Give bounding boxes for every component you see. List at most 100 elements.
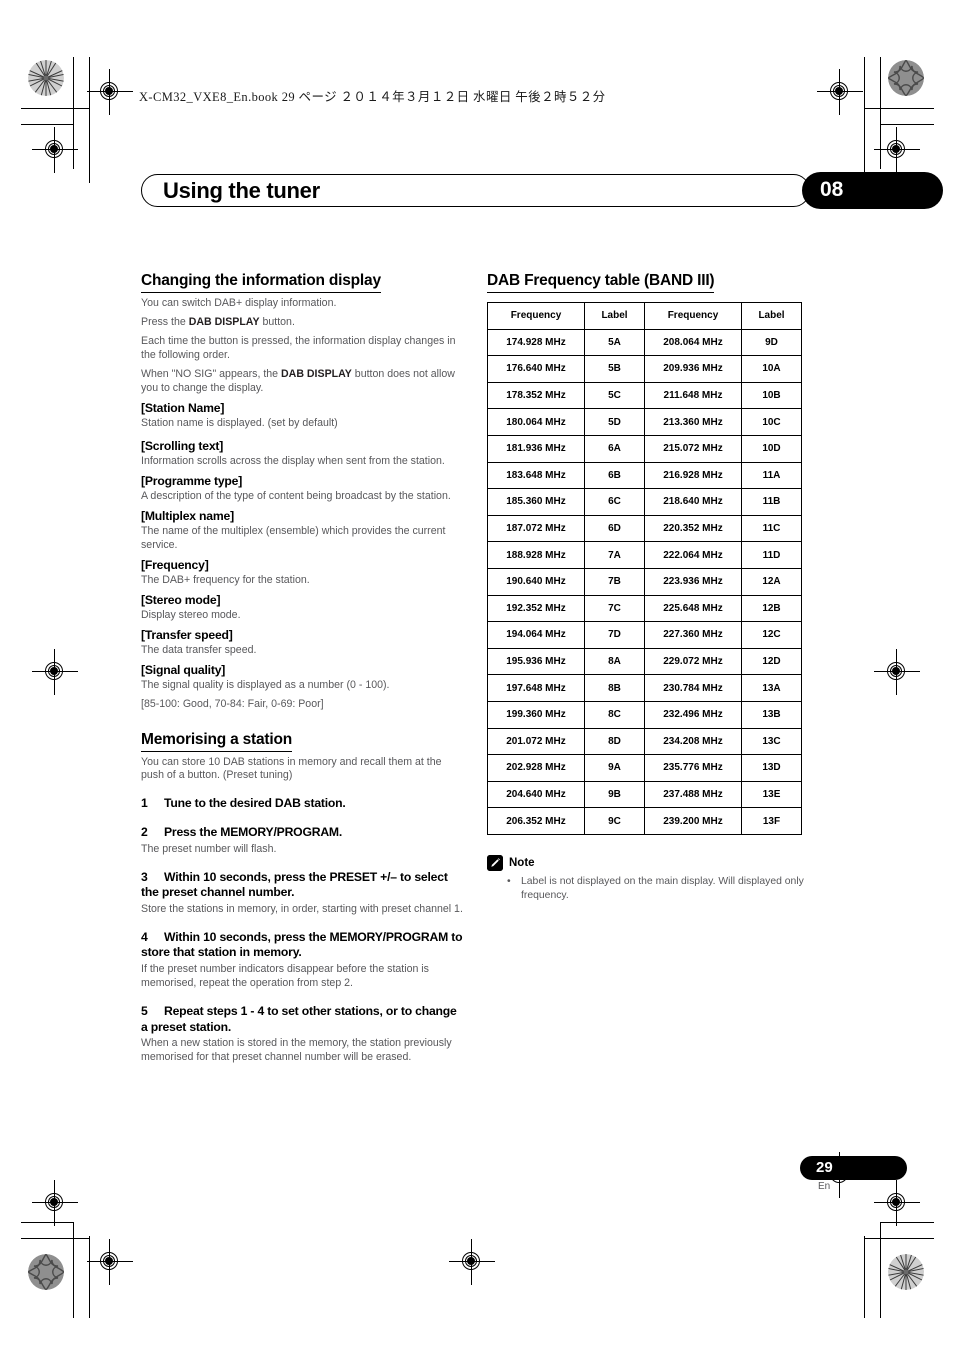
- dab-frequency-table-body: 174.928 MHz 5A 208.064 MHz 9D 176.640 MHz 5B 2…: [487, 328, 802, 835]
- cell-frequency-2: 237.488 MHz: [644, 780, 742, 809]
- cell-label-2: 11B: [741, 488, 802, 516]
- intro-line-1: You can switch DAB+ display information.: [141, 297, 337, 309]
- cell-label-2: 13B: [741, 700, 802, 729]
- cell-label-2: 13D: [741, 754, 802, 782]
- registration-target: [32, 127, 78, 173]
- cell-frequency-1: 174.928 MHz: [487, 328, 585, 357]
- registration-rosette: [28, 60, 64, 96]
- table-row: 174.928 MHz 5A 208.064 MHz 9D: [487, 328, 802, 357]
- column-header-label-2: Label: [741, 302, 802, 330]
- step-number: 1: [141, 796, 148, 811]
- crop-mark: [880, 1222, 881, 1318]
- crop-mark: [865, 108, 934, 109]
- cell-frequency-2: 222.064 MHz: [644, 541, 742, 569]
- step-title: Tune to the desired DAB station.: [164, 796, 346, 811]
- memorising-intro: You can store 10 DAB stations in memory …: [141, 755, 442, 782]
- page-title: Using the tuner: [163, 178, 320, 203]
- cell-label-2: 10A: [741, 355, 802, 383]
- cell-frequency-1: 181.936 MHz: [487, 434, 585, 463]
- cell-frequency-1: 187.072 MHz: [487, 514, 585, 543]
- cell-label-2: 9D: [741, 328, 802, 357]
- cell-frequency-2: 229.072 MHz: [644, 647, 742, 676]
- info-item-heading-multiplex-name: [Multiplex name]: [141, 508, 234, 523]
- cell-frequency-1: 188.928 MHz: [487, 541, 585, 569]
- step-title: Repeat steps 1 - 4 to set other stations…: [141, 1003, 457, 1034]
- info-item-heading-scrolling-text: [Scrolling text]: [141, 438, 224, 453]
- cell-label-2: 10D: [741, 434, 802, 463]
- registration-target: [449, 1239, 495, 1285]
- cell-label-1: 5C: [584, 381, 645, 410]
- info-item-heading-programme-type: [Programme type]: [141, 473, 243, 488]
- step-number: 3: [141, 869, 148, 884]
- crop-mark: [89, 1236, 90, 1318]
- cell-label-1: 5D: [584, 408, 645, 436]
- page-number-badge: 29: [800, 1156, 907, 1180]
- cell-label-2: 11C: [741, 514, 802, 543]
- dab-display-button-name: DAB DISPLAY: [281, 367, 352, 380]
- cell-frequency-2: 213.360 MHz: [644, 408, 742, 436]
- cell-frequency-1: 206.352 MHz: [487, 807, 585, 835]
- intro-line-3: Each time the button is pressed, the inf…: [141, 334, 456, 361]
- cell-label-1: 9C: [584, 807, 645, 835]
- cell-label-2: 13A: [741, 674, 802, 702]
- section-title-memorising-a-station: Memorising a station: [141, 731, 292, 752]
- crop-mark: [881, 1222, 934, 1223]
- cell-frequency-2: 235.776 MHz: [644, 754, 742, 782]
- cell-label-2: 12C: [741, 621, 802, 649]
- cell-frequency-2: 239.200 MHz: [644, 807, 742, 835]
- step-number: 5: [141, 1003, 148, 1018]
- step-3: 3 Within 10 seconds, press the PRESET +/–…: [141, 870, 463, 917]
- info-item-heading-stereo-mode: [Stereo mode]: [141, 592, 221, 607]
- info-item-text-scrolling-text: Information scrolls across the display w…: [141, 454, 445, 467]
- table-row: 192.352 MHz 7C 225.648 MHz 12B: [487, 594, 802, 623]
- step-2: 2 Press the MEMORY/PROGRAM. The preset nu…: [141, 825, 463, 857]
- crop-mark: [21, 124, 73, 125]
- info-item-text-multiplex-name: The name of the multiplex (ensemble) whi…: [141, 524, 446, 551]
- crop-mark: [21, 1238, 90, 1239]
- cell-frequency-2: 230.784 MHz: [644, 674, 742, 702]
- column-header-label-1: Label: [584, 302, 645, 330]
- cell-frequency-2: 225.648 MHz: [644, 594, 742, 623]
- table-row: 195.936 MHz 8A 229.072 MHz 12D: [487, 647, 802, 676]
- cell-label-1: 9B: [584, 780, 645, 809]
- table-row: 180.064 MHz 5D 213.360 MHz 10C: [487, 408, 802, 436]
- cell-label-1: 8D: [584, 727, 645, 756]
- cell-frequency-1: 204.640 MHz: [487, 780, 585, 809]
- crop-mark: [73, 1222, 74, 1318]
- column-header-frequency-1: Frequency: [487, 302, 585, 330]
- crop-mark: [881, 124, 934, 125]
- cell-frequency-1: 194.064 MHz: [487, 621, 585, 649]
- cell-label-1: 6B: [584, 461, 645, 490]
- registration-rosette: [28, 1254, 64, 1290]
- step-title: Within 10 seconds, press the MEMORY/PROG…: [141, 929, 463, 960]
- table-row: 199.360 MHz 8C 232.496 MHz 13B: [487, 700, 802, 729]
- info-item-heading-station-name: [Station Name]: [141, 400, 225, 415]
- cell-label-1: 6A: [584, 434, 645, 463]
- info-item-text-programme-type: A description of the type of content bei…: [141, 489, 451, 502]
- cell-frequency-2: 234.208 MHz: [644, 727, 742, 756]
- cell-frequency-2: 208.064 MHz: [644, 328, 742, 357]
- registration-target: [874, 127, 920, 173]
- column-header-frequency-2: Frequency: [644, 302, 742, 330]
- cell-frequency-1: 192.352 MHz: [487, 594, 585, 623]
- table-row: 183.648 MHz 6B 216.928 MHz 11A: [487, 461, 802, 490]
- info-item-text-signal-quality: The signal quality is displayed as a num…: [141, 678, 390, 691]
- section-title-changing-info-display: Changing the information display: [141, 272, 381, 293]
- registration-rosette: [888, 60, 924, 96]
- crop-mark: [864, 1236, 865, 1318]
- intro-line-2: Press the DAB DISPLAY button.: [141, 315, 295, 328]
- step-title: Within 10 seconds, press the PRESET +/– …: [141, 869, 448, 900]
- crop-mark: [21, 1222, 74, 1223]
- table-row: 194.064 MHz 7D 227.360 MHz 12C: [487, 621, 802, 649]
- cell-label-2: 13F: [741, 807, 802, 835]
- step-body: When a new station is stored in the memo…: [141, 1037, 452, 1064]
- registration-target: [874, 1180, 920, 1226]
- table-row: 188.928 MHz 7A 222.064 MHz 11D: [487, 541, 802, 569]
- note-bullet: Label is not displayed on the main displ…: [507, 875, 809, 902]
- step-title: Press the MEMORY/PROGRAM.: [164, 825, 343, 840]
- table-row: 190.640 MHz 7B 223.936 MHz 12A: [487, 567, 802, 596]
- table-row: 187.072 MHz 6D 220.352 MHz 11C: [487, 514, 802, 543]
- crop-mark: [89, 57, 90, 183]
- crop-mark: [865, 1238, 934, 1239]
- cell-frequency-1: 199.360 MHz: [487, 700, 585, 729]
